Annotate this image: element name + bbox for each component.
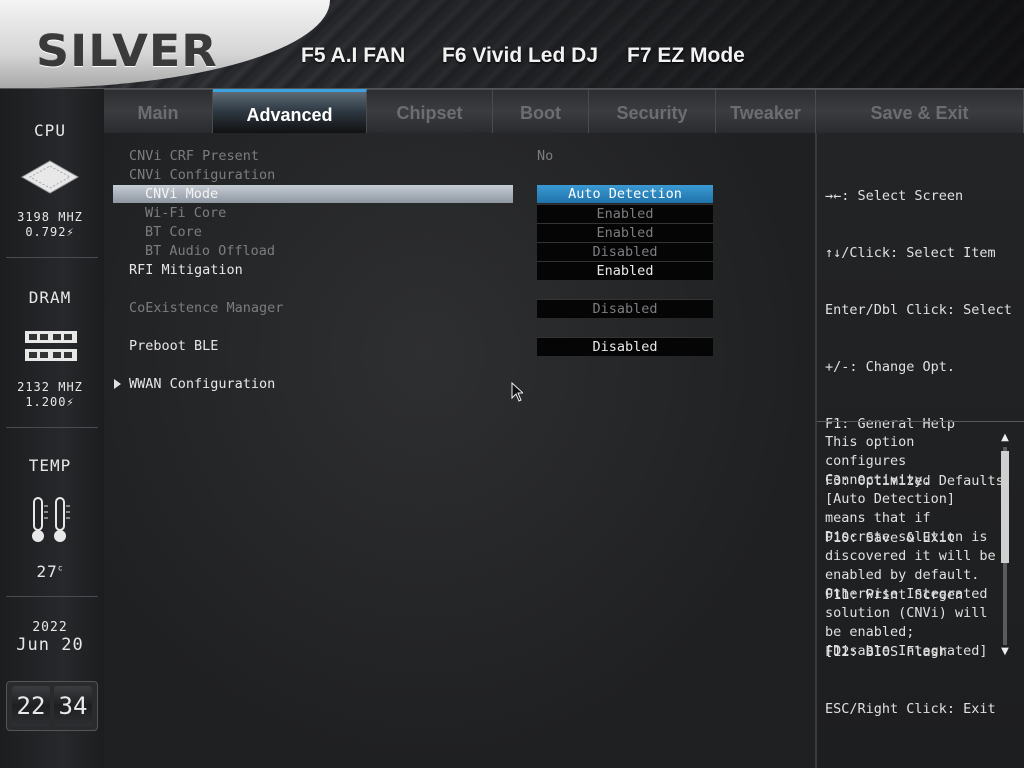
scroll-down-icon[interactable]: ▼ [1000,647,1010,657]
voltage-bolt-icon: ⚡ [66,395,75,409]
setting-value-dropdown[interactable]: Auto Detection [537,185,713,203]
key-help-item: Enter/Dbl Click: Select [825,302,1012,318]
help-line: be enabled; [825,624,915,640]
help-line: solution (CNVi) will [825,605,988,621]
cpu-voltage-line: 0.792⚡ [0,225,100,239]
setting-label: CoExistence Manager [129,300,284,316]
tab-main[interactable]: Main [104,89,213,133]
help-line: Discrete solution is [825,529,988,545]
scroll-up-icon[interactable]: ▲ [1000,433,1010,443]
setting-row: CoExistence Manager Disabled [104,299,815,318]
status-sidebar: CPU 3198 MHZ 0.792⚡ DRAM 2132 MHZ 1.200⚡… [0,89,106,768]
submenu-label: WWAN Configuration [129,376,276,392]
clock-minute: 34 [54,686,92,726]
date-day: 20 [61,635,84,655]
hotkey-ai-fan[interactable]: F5 A.I FAN [301,44,405,68]
help-line: [Disable Integrated] [825,643,988,659]
setting-label: CNVi CRF Present [129,148,260,164]
help-line: [Auto Detection] [825,491,956,507]
section-label: CNVi Configuration [129,167,276,183]
submenu-arrow-icon [114,379,121,389]
key-help-item: ESC/Right Click: Exit [825,701,996,717]
setting-row: BT Core Enabled [104,223,815,242]
tab-bar: Main Advanced Chipset Boot Security Twea… [104,89,1024,133]
brand-logo: SILVER [36,25,218,77]
key-help-item: →←: Select Screen [825,188,964,204]
help-scrollbar[interactable]: ▲ ▼ [1000,433,1010,659]
help-line: discovered it will be [825,548,996,564]
setting-value: No [537,148,554,164]
help-line: configures [825,453,907,469]
setting-label: BT Audio Offload [145,243,276,259]
help-line: enabled by default. [825,567,980,583]
dram-voltage-line: 1.200⚡ [0,395,100,409]
hotkey-vivid-led-dj[interactable]: F6 Vivid Led DJ [442,44,598,68]
setting-label: BT Core [145,224,202,240]
divider [6,257,98,258]
voltage-bolt-icon: ⚡ [66,225,75,239]
hotkey-ez-mode[interactable]: F7 EZ Mode [627,44,745,68]
scroll-thumb[interactable] [1001,451,1009,563]
temperature-value: 27 [36,562,58,581]
setting-value-dropdown[interactable]: Disabled [537,242,713,261]
help-line: means that if [825,510,931,526]
setting-row-selected[interactable]: CNVi Mode Auto Detection [104,185,815,204]
dram-voltage: 1.200 [25,395,67,409]
temp-title: TEMP [28,456,72,475]
header-bar: SILVER F5 A.I FAN F6 Vivid Led DJ F7 EZ … [0,0,1024,89]
submenu-row[interactable]: WWAN Configuration [104,375,815,394]
thermometer-icon [32,497,70,542]
tab-chipset[interactable]: Chipset [367,89,493,133]
dram-frequency: 2132 MHZ [17,380,83,394]
help-panel: →←: Select Screen ↑↓/Click: Select Item … [817,133,1024,768]
dram-title: DRAM [28,288,72,307]
settings-panel: CNVi CRF Present No CNVi Configuration C… [104,133,817,768]
mouse-pointer-icon [511,382,523,402]
key-help-item: ↑↓/Click: Select Item [825,245,996,261]
help-line: Connectivity. [825,472,931,488]
setting-row: Wi-Fi Core Enabled [104,204,815,223]
key-help-item: F1: General Help [825,416,956,432]
divider [6,427,98,428]
tab-boot[interactable]: Boot [493,89,589,133]
setting-value-dropdown[interactable]: Enabled [537,223,713,242]
setting-value-dropdown[interactable]: Enabled [537,204,713,223]
setting-value-dropdown[interactable]: Disabled [537,337,713,356]
temperature-unit: c [57,563,64,573]
cpu-frequency: 3198 MHZ [17,210,83,224]
temperature-line: 27c [0,562,100,581]
date-month: Jun [16,635,50,655]
key-help-item: +/-: Change Opt. [825,359,956,375]
tab-security[interactable]: Security [589,89,716,133]
setting-value-dropdown[interactable]: Enabled [537,261,713,280]
setting-value-dropdown[interactable]: Disabled [537,299,713,318]
date-year: 2022 [32,620,68,635]
divider [6,596,98,597]
setting-row: RFI Mitigation Enabled [104,261,815,280]
cpu-chip-icon [20,160,80,194]
help-line: This option [825,434,915,450]
cpu-voltage: 0.792 [25,225,67,239]
tab-advanced[interactable]: Advanced [213,89,367,133]
setting-label: CNVi Mode [145,186,219,202]
tab-tweaker[interactable]: Tweaker [716,89,816,133]
item-help-text: This option configures Connectivity. [Au… [825,433,997,661]
setting-row: Preboot BLE Disabled [104,337,815,356]
help-divider [817,421,1024,422]
setting-label: Preboot BLE [129,338,219,354]
clock-hour: 22 [12,686,50,726]
tab-save-exit[interactable]: Save & Exit [816,89,1024,133]
cpu-title: CPU [34,121,66,140]
setting-row: BT Audio Offload Disabled [104,242,815,261]
setting-row: CNVi Configuration [104,166,815,185]
date-line: Jun 20 [0,635,100,655]
setting-label: Wi-Fi Core [145,205,227,221]
setting-row: CNVi CRF Present No [104,147,815,166]
help-line: Otherwise Integrated [825,586,988,602]
setting-label: RFI Mitigation [129,262,243,278]
flip-clock: 22 34 [6,681,98,731]
memory-module-icon [25,331,77,361]
